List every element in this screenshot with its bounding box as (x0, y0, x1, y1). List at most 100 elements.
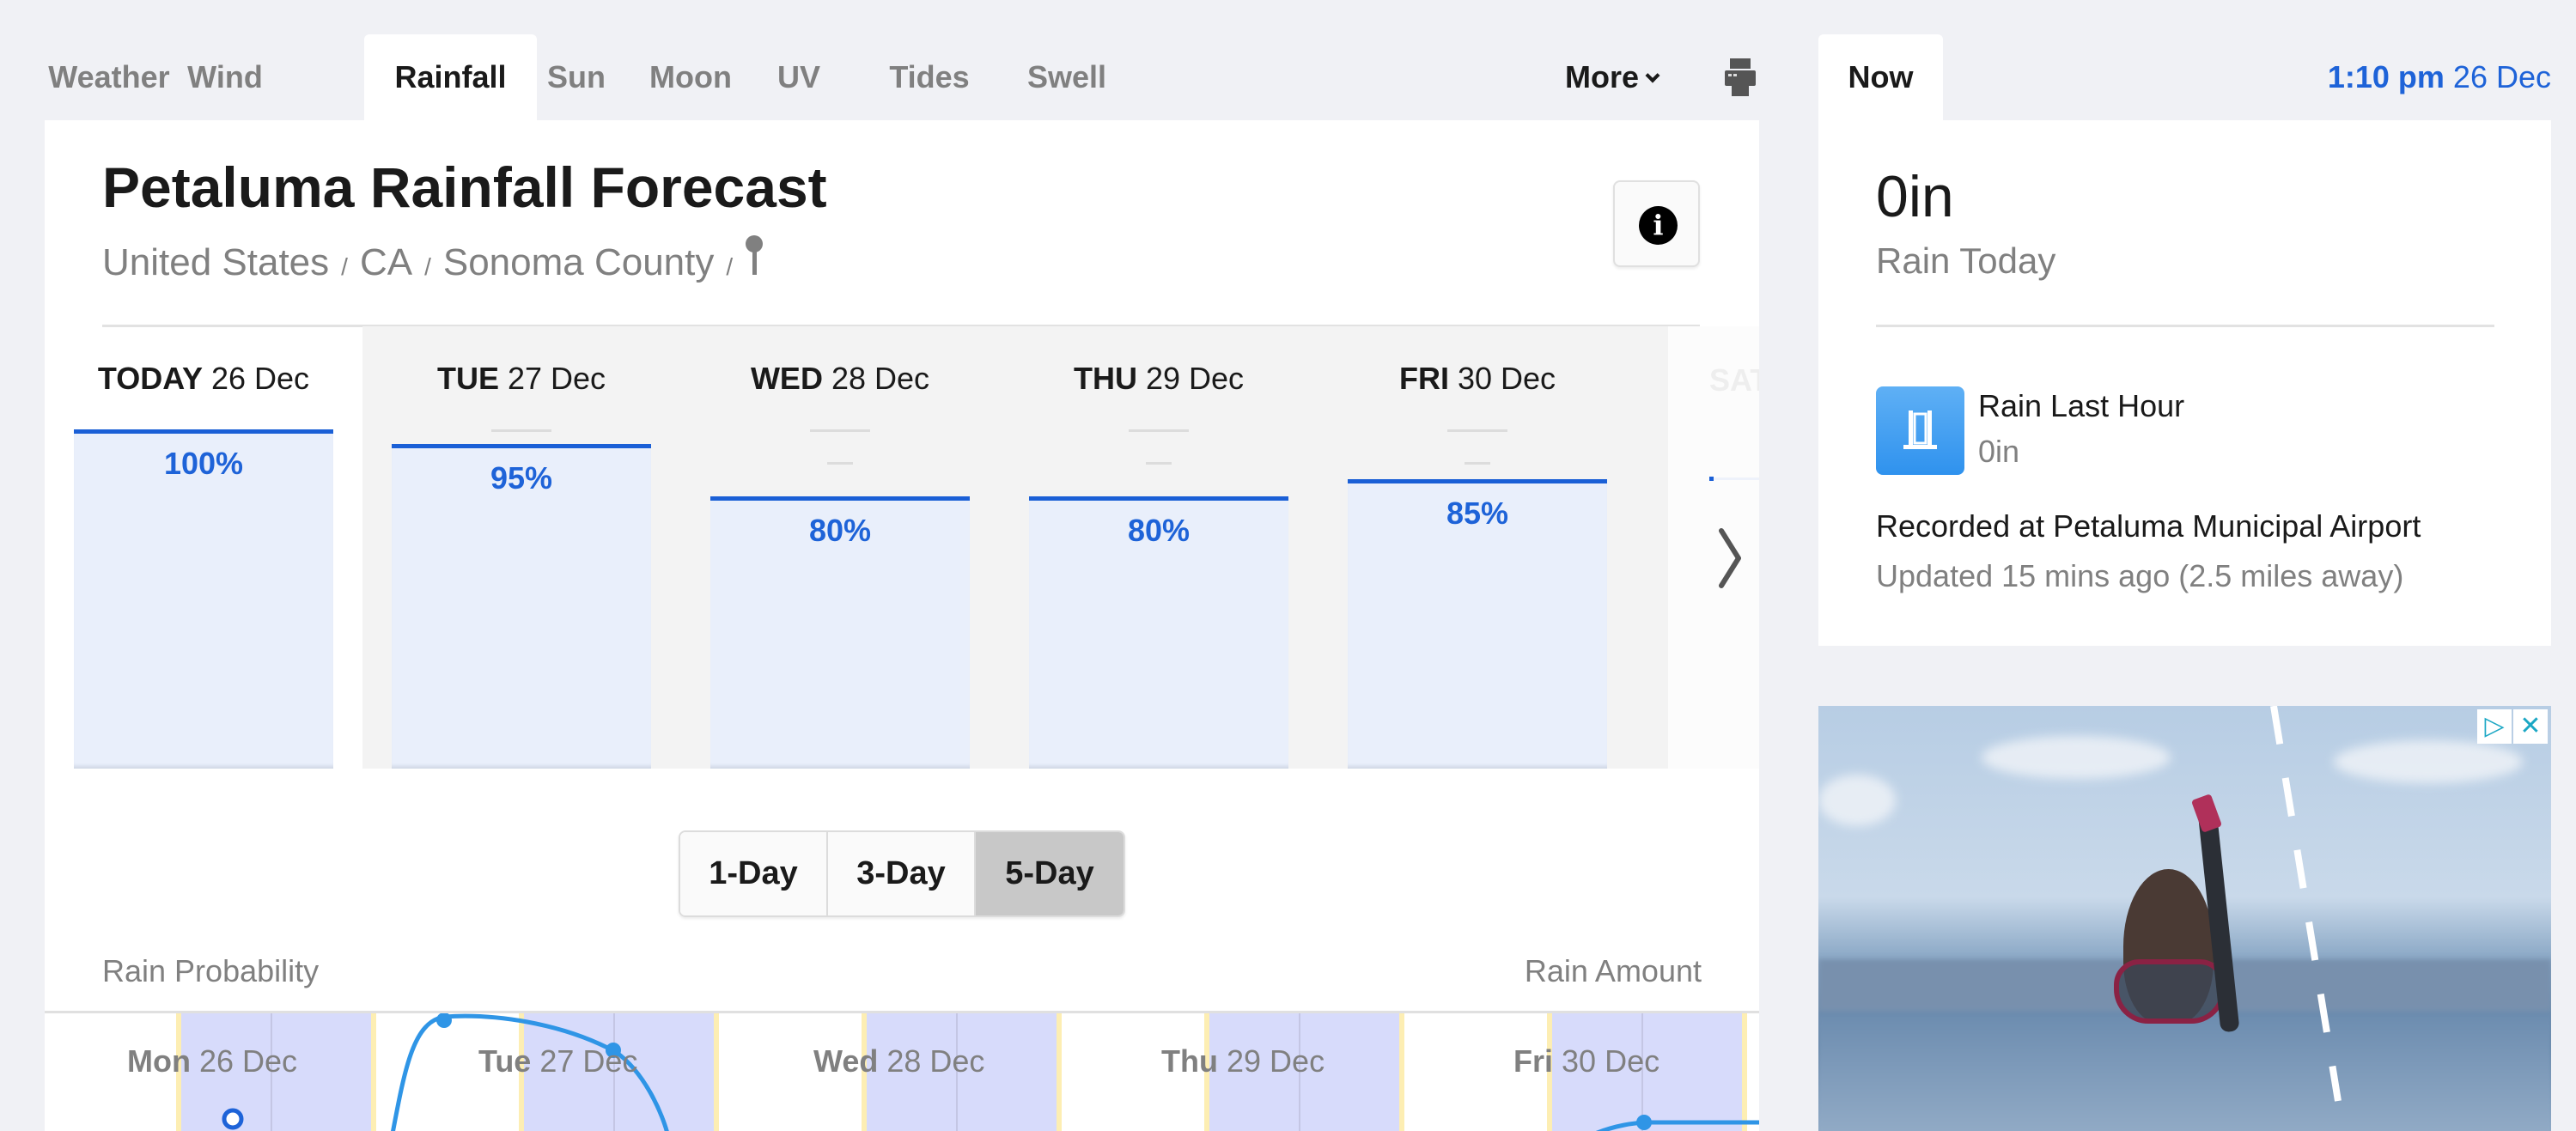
tab-now[interactable]: Now (1818, 34, 1943, 120)
updated-status: Updated 15 mins ago (2.5 miles away) (1876, 558, 2404, 593)
tab-sun[interactable]: Sun (537, 34, 616, 120)
probability-bar: 95% (392, 444, 651, 769)
range-3-day-button[interactable]: 3-Day (828, 832, 976, 915)
rain-today-value: 0in (1876, 164, 1954, 229)
probability-label: 85% (1446, 496, 1509, 531)
day-date: 29 Dec (1145, 361, 1245, 396)
current-time: 1:10 pm 26 Dec (2328, 34, 2551, 120)
probability-bar: 80% (710, 496, 970, 769)
breadcrumb-county[interactable]: Sonoma County (443, 241, 715, 283)
day-header: WED 28 Dec (685, 361, 996, 397)
amount-placeholder (1129, 429, 1189, 432)
title-text: Rainfall Forecast (369, 155, 827, 219)
more-menu-button[interactable]: More (1565, 34, 1660, 120)
tab-rainfall[interactable]: Rainfall (364, 34, 537, 120)
amount-placeholder (1146, 462, 1172, 465)
close-icon[interactable]: ✕ (2513, 709, 2548, 744)
tab-uv[interactable]: UV (764, 34, 833, 120)
day-card-fri[interactable]: FRI 30 Dec 85% (1348, 326, 1607, 769)
chart-day-label: Mon 26 Dec (127, 1043, 297, 1079)
day-card-wed[interactable]: WED 28 Dec 80% (710, 326, 970, 769)
location-name: Petaluma (102, 155, 355, 219)
probability-bar: 100% (74, 429, 333, 769)
breadcrumb-separator: / (726, 253, 734, 280)
day-date: 28 Dec (831, 361, 930, 396)
chart-day-date: 30 Dec (1562, 1043, 1660, 1079)
rain-gauge-icon (1876, 386, 1964, 475)
day-card-tue[interactable]: TUE 27 Dec 95% (392, 326, 651, 769)
hourly-rain-chart: Mon 26 Dec Tue 27 Dec Wed 28 Dec Thu 29 … (45, 1011, 1759, 1131)
daily-forecast-strip: TODAY 26 Dec 100% TUE 27 Dec 95% WED 28 … (45, 326, 1759, 769)
breadcrumb: United States / CA / Sonoma County / (102, 235, 764, 284)
day-header: FRI 30 Dec (1322, 361, 1633, 397)
range-1-day-button[interactable]: 1-Day (680, 832, 828, 915)
day-name: THU (1073, 361, 1137, 396)
probability-bar: 80% (1029, 496, 1288, 769)
time-value: 1:10 pm (2327, 59, 2445, 94)
now-panel: 0in Rain Today Rain Last Hour 0in Record… (1818, 120, 2551, 646)
amount-placeholder (491, 429, 551, 432)
chart-day-date: 26 Dec (198, 1043, 298, 1079)
day-date: 26 Dec (210, 361, 310, 396)
sun-line (714, 1013, 719, 1131)
tab-weather[interactable]: Weather (45, 34, 174, 120)
amount-placeholder (827, 462, 853, 465)
breadcrumb-country[interactable]: United States (102, 241, 329, 283)
range-selector: 1-Day 3-Day 5-Day (679, 830, 1125, 917)
day-name: FRI (1398, 361, 1449, 396)
rain-probability-axis-label: Rain Probability (102, 953, 320, 988)
chart-day-name: Mon (127, 1043, 191, 1079)
probability-bar: 85% (1348, 479, 1607, 769)
sun-line (1399, 1013, 1404, 1131)
day-date: 27 Dec (507, 361, 606, 396)
rain-last-hour-label: Rain Last Hour (1978, 388, 2185, 423)
adchoices-icon[interactable]: ▷ (2477, 709, 2512, 744)
tab-swell[interactable]: Swell (1015, 34, 1118, 120)
chart-day-label: Thu 29 Dec (1161, 1043, 1325, 1079)
rain-last-hour-value: 0in (1978, 434, 2020, 469)
current-time-marker (222, 1108, 244, 1130)
range-5-day-button[interactable]: 5-Day (976, 832, 1124, 915)
day-card-sat-partial[interactable]: SAT (1709, 362, 1759, 398)
day-card-today[interactable]: TODAY 26 Dec 100% (74, 326, 333, 769)
probability-label: 100% (163, 446, 244, 481)
sun-line (371, 1013, 376, 1131)
tab-wind[interactable]: Wind (174, 34, 277, 120)
printer-icon[interactable] (1720, 57, 1761, 98)
probability-label: 95% (490, 460, 553, 496)
chart-day-label: Fri 30 Dec (1513, 1043, 1659, 1079)
breadcrumb-state[interactable]: CA (360, 241, 412, 283)
chart-day-date: 27 Dec (539, 1043, 638, 1079)
sun-line (1057, 1013, 1062, 1131)
day-name: TUE (436, 361, 499, 396)
day-name: WED (750, 361, 823, 396)
advertisement[interactable]: ▷ ✕ (1818, 706, 2551, 1131)
sat-bar-edge (1709, 477, 1759, 481)
chart-day-name: Wed (813, 1043, 879, 1079)
forecast-tabs: Weather Wind Rainfall Sun Moon UV Tides … (45, 34, 1759, 120)
chart-day-name: Fri (1513, 1043, 1554, 1079)
chart-day-date: 28 Dec (886, 1043, 985, 1079)
rain-amount-axis-label: Rain Amount (1524, 953, 1702, 988)
more-label: More (1565, 59, 1640, 94)
day-header: THU 29 Dec (1003, 361, 1314, 397)
rainfall-panel: Petaluma Rainfall Forecast United States… (45, 120, 1759, 1131)
date-value: 26 Dec (2452, 59, 2551, 94)
day-header: TUE 27 Dec (366, 361, 677, 397)
day-header: TODAY 26 Dec (48, 361, 359, 397)
info-button[interactable]: i (1613, 180, 1700, 267)
tab-tides[interactable]: Tides (878, 34, 981, 120)
chevron-right-icon[interactable] (1702, 507, 1759, 610)
rain-today-label: Rain Today (1876, 240, 2056, 281)
divider (1876, 325, 2494, 327)
ad-dashed-line (2270, 706, 2342, 1102)
day-name: TODAY (97, 361, 203, 396)
day-card-thu[interactable]: THU 29 Dec 80% (1029, 326, 1288, 769)
chart-day-label: Tue 27 Dec (478, 1043, 637, 1079)
tab-moon[interactable]: Moon (637, 34, 744, 120)
amount-placeholder (810, 429, 870, 432)
location-pin-icon[interactable] (745, 235, 764, 278)
chart-day-name: Thu (1161, 1043, 1218, 1079)
chart-day-label: Wed 28 Dec (813, 1043, 984, 1079)
recorded-at: Recorded at Petaluma Municipal Airport (1876, 508, 2421, 544)
